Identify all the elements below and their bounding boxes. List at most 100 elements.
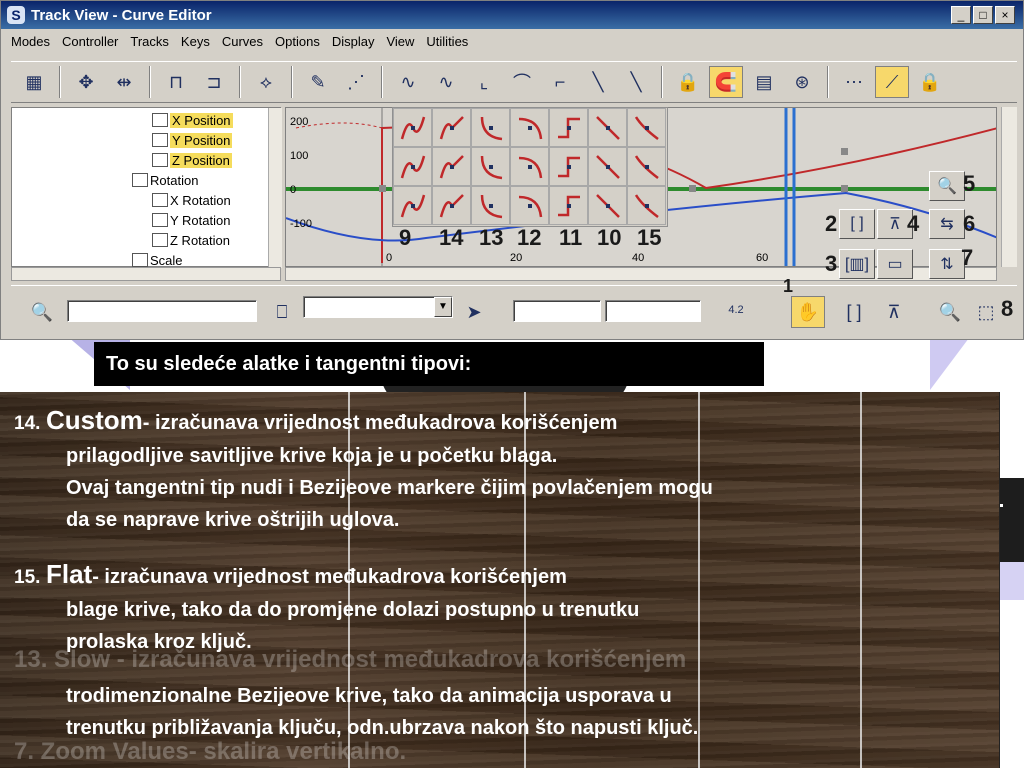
move-keys-icon[interactable]: ✥ — [69, 66, 103, 98]
close-button[interactable]: × — [995, 6, 1015, 24]
slide-keys-icon[interactable]: ⇹ — [107, 66, 141, 98]
chevron-down-icon[interactable]: ▼ — [434, 297, 452, 317]
frame-horizontal-icon[interactable]: [ ] — [839, 209, 875, 239]
draw-curves-icon[interactable]: ✎ — [301, 66, 335, 98]
track-name-field[interactable] — [67, 300, 257, 322]
toolbar-separator — [59, 66, 61, 98]
tangent-slow-icon[interactable]: ⌒ — [505, 66, 539, 98]
tree-item-rotation[interactable]: Rotation — [132, 170, 198, 190]
tangent-auto-icon[interactable] — [393, 147, 432, 186]
tree-item-x-position[interactable]: X Position — [152, 110, 233, 130]
tree-item-z-position[interactable]: Z Position — [152, 150, 232, 170]
tangent-custom-icon[interactable]: ∿ — [429, 66, 463, 98]
tangent-auto-icon[interactable] — [393, 186, 432, 225]
cursor-icon[interactable]: ➤ — [457, 296, 491, 328]
show-tangents-icon[interactable]: ⋯ — [837, 66, 871, 98]
tangent-custom-icon[interactable] — [432, 147, 471, 186]
app-icon: S — [7, 6, 25, 24]
curve-icon — [152, 153, 168, 167]
tangent-linear-icon[interactable] — [588, 147, 627, 186]
tangent-step-icon[interactable] — [549, 108, 588, 147]
tangent-fast-icon[interactable] — [471, 147, 510, 186]
tangent-linear-icon[interactable]: ╲ — [581, 66, 615, 98]
text-field-icon[interactable]: ⎕ — [265, 296, 299, 328]
title-bar: S Track View - Curve Editor _ □ × — [1, 1, 1023, 29]
filters-icon[interactable]: ▦ — [17, 66, 51, 98]
menu-modes[interactable]: Modes — [11, 34, 50, 49]
value-field[interactable] — [605, 300, 701, 322]
tangent-smooth-icon[interactable] — [627, 108, 666, 147]
tangent-fast-icon[interactable] — [471, 108, 510, 147]
tree-item-y-rotation[interactable]: Y Rotation — [152, 210, 230, 230]
tangent-smooth-icon[interactable]: ╲ — [619, 66, 653, 98]
tree-horizontal-scrollbar[interactable] — [11, 267, 281, 281]
selection-set-dropdown[interactable]: ▼ — [303, 296, 453, 318]
zoom-time-icon[interactable]: ⇆ — [929, 209, 965, 239]
zoom-icon[interactable]: 🔍 — [933, 296, 967, 328]
tangent-step-icon[interactable] — [549, 147, 588, 186]
callout-number: 10 — [597, 225, 622, 250]
menu-tracks[interactable]: Tracks — [130, 34, 169, 49]
frame-keys-icon[interactable]: ▭ — [877, 249, 913, 279]
callout-number: 1 — [783, 276, 794, 296]
show-keyable-icon[interactable]: ⊛ — [785, 66, 819, 98]
tangent-custom-icon[interactable] — [432, 186, 471, 225]
curve-vertical-scrollbar[interactable] — [1001, 107, 1017, 267]
controller-icon — [132, 253, 148, 267]
maximize-button[interactable]: □ — [973, 6, 993, 24]
pan-icon[interactable]: ✋ — [791, 296, 825, 328]
tangent-auto-icon[interactable] — [393, 108, 432, 147]
show-all-tangents-icon[interactable]: ⟋ — [875, 66, 909, 98]
tangent-step-icon[interactable]: ⌐ — [543, 66, 577, 98]
frame-field[interactable] — [513, 300, 601, 322]
zoom-values-icon[interactable]: ⇅ — [929, 249, 965, 279]
tangent-smooth-icon[interactable] — [627, 186, 666, 225]
menu-view[interactable]: View — [386, 34, 414, 49]
frame-value-icon[interactable]: 4.2 — [711, 294, 761, 326]
menu-display[interactable]: Display — [332, 34, 375, 49]
add-keys-icon[interactable]: ⟡ — [249, 66, 283, 98]
x-tick-label: 0 — [386, 252, 393, 264]
tree-item-y-position[interactable]: Y Position — [152, 130, 233, 150]
menu-utilities[interactable]: Utilities — [426, 34, 468, 49]
tangent-slow-icon[interactable] — [510, 147, 549, 186]
menu-controller[interactable]: Controller — [62, 34, 118, 49]
curve-editor-window: S Track View - Curve Editor _ □ × Modes … — [0, 0, 1024, 340]
tangent-auto-icon[interactable]: ∿ — [391, 66, 425, 98]
menu-curves[interactable]: Curves — [222, 34, 263, 49]
tangent-linear-icon[interactable] — [588, 108, 627, 147]
zoom-region-icon[interactable]: ⬚ — [969, 296, 1003, 328]
lock-tangents-icon[interactable]: 🔒 — [671, 66, 705, 98]
key-marker — [689, 185, 696, 192]
tree-scrollbar[interactable] — [268, 108, 282, 268]
snap-frames-icon[interactable]: 🧲 — [709, 66, 743, 98]
tangent-slow-icon[interactable] — [510, 108, 549, 147]
menu-keys[interactable]: Keys — [181, 34, 210, 49]
callout-number: 11 — [559, 225, 583, 250]
tangent-smooth-icon[interactable] — [627, 147, 666, 186]
scale-keys-icon[interactable]: ⊓ — [159, 66, 193, 98]
frame-horizontal-icon[interactable]: [ ] — [837, 296, 871, 328]
zoom-icon[interactable]: 🔍 — [929, 171, 965, 201]
tangent-slow-icon[interactable] — [510, 186, 549, 225]
tangent-step-icon[interactable] — [549, 186, 588, 225]
reduce-keys-icon[interactable]: ⋰ — [339, 66, 373, 98]
status-bar: 🔍 ⎕ ▼ ➤ 4.2 1 ✋ [ ] ⊼ 🔍 ⬚ 8 — [11, 276, 1017, 333]
description-panel: 14. Custom- izračunava vrijednost međuka… — [0, 392, 1000, 768]
scale-values-icon[interactable]: ⊐ — [197, 66, 231, 98]
frame-all-icon[interactable]: [▥] — [839, 249, 875, 279]
tangent-linear-icon[interactable] — [588, 186, 627, 225]
lock-selection-icon[interactable]: 🔒 — [913, 66, 947, 98]
parameter-curve-icon[interactable]: ▤ — [747, 66, 781, 98]
menu-options[interactable]: Options — [275, 34, 320, 49]
tangent-fast-icon[interactable]: ⌞ — [467, 66, 501, 98]
tangent-fast-icon[interactable] — [471, 186, 510, 225]
frame-values-icon[interactable]: ⊼ — [877, 296, 911, 328]
curve-icon — [152, 113, 168, 127]
toolbar-separator — [149, 66, 151, 98]
select-filter-icon[interactable]: 🔍 — [25, 296, 59, 328]
tangent-custom-icon[interactable] — [432, 108, 471, 147]
tree-item-x-rotation[interactable]: X Rotation — [152, 190, 231, 210]
minimize-button[interactable]: _ — [951, 6, 971, 24]
tree-item-z-rotation[interactable]: Z Rotation — [152, 230, 230, 250]
